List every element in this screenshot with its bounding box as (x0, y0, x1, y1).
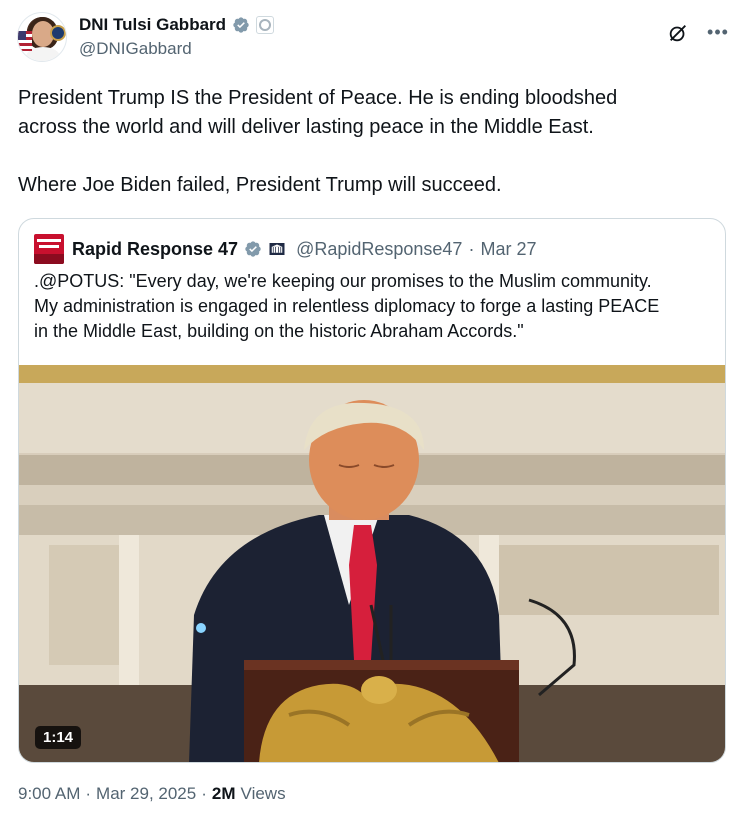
quoted-tweet-text: .@POTUS: "Every day, we're keeping our p… (34, 271, 660, 341)
more-options-icon[interactable]: ••• (707, 21, 729, 43)
views-count: 2M (211, 784, 236, 803)
tweet-footer: 9:00 AM · Mar 29, 2025 · 2M Views (18, 784, 286, 804)
quoted-author-display-name[interactable]: Rapid Response 47 (72, 239, 238, 260)
verified-badge-icon (245, 241, 261, 257)
tweet-time[interactable]: 9:00 AM (18, 784, 80, 804)
video-thumbnail (19, 365, 725, 762)
tweet-date[interactable]: Mar 29, 2025 (96, 784, 196, 804)
grok-icon[interactable] (667, 22, 689, 44)
government-affiliate-icon[interactable] (256, 16, 275, 34)
author-avatar[interactable] (17, 12, 67, 62)
separator-dot: · (201, 784, 207, 803)
separator-dot: · (85, 784, 92, 803)
white-house-icon (269, 243, 285, 255)
quoted-tweet-header: Rapid Response 47 @RapidResponse47 · Mar… (34, 234, 536, 264)
author-name-row: DNI Tulsi Gabbard (79, 14, 275, 36)
tweet-text: President Trump IS the President of Peac… (18, 87, 618, 196)
author-display-name[interactable]: DNI Tulsi Gabbard (79, 15, 226, 35)
tweet-header: DNI Tulsi Gabbard @DNIGabbard ••• (17, 12, 729, 64)
views-label: Views (240, 784, 286, 803)
quoted-tweet[interactable]: Rapid Response 47 @RapidResponse47 · Mar… (18, 218, 726, 763)
author-handle[interactable]: @DNIGabbard (79, 39, 192, 59)
separator-dot: · (468, 238, 475, 259)
quoted-tweet-date[interactable]: Mar 27 (480, 239, 536, 260)
verified-badge-icon (233, 17, 249, 33)
video-duration: 1:14 (35, 726, 82, 749)
quoted-tweet-video[interactable]: 1:14 (19, 365, 725, 762)
quoted-author-avatar[interactable] (34, 234, 64, 264)
avatar-flag (18, 31, 32, 51)
quoted-author-handle[interactable]: @RapidResponse47 (296, 239, 462, 260)
avatar-seal (50, 25, 66, 41)
